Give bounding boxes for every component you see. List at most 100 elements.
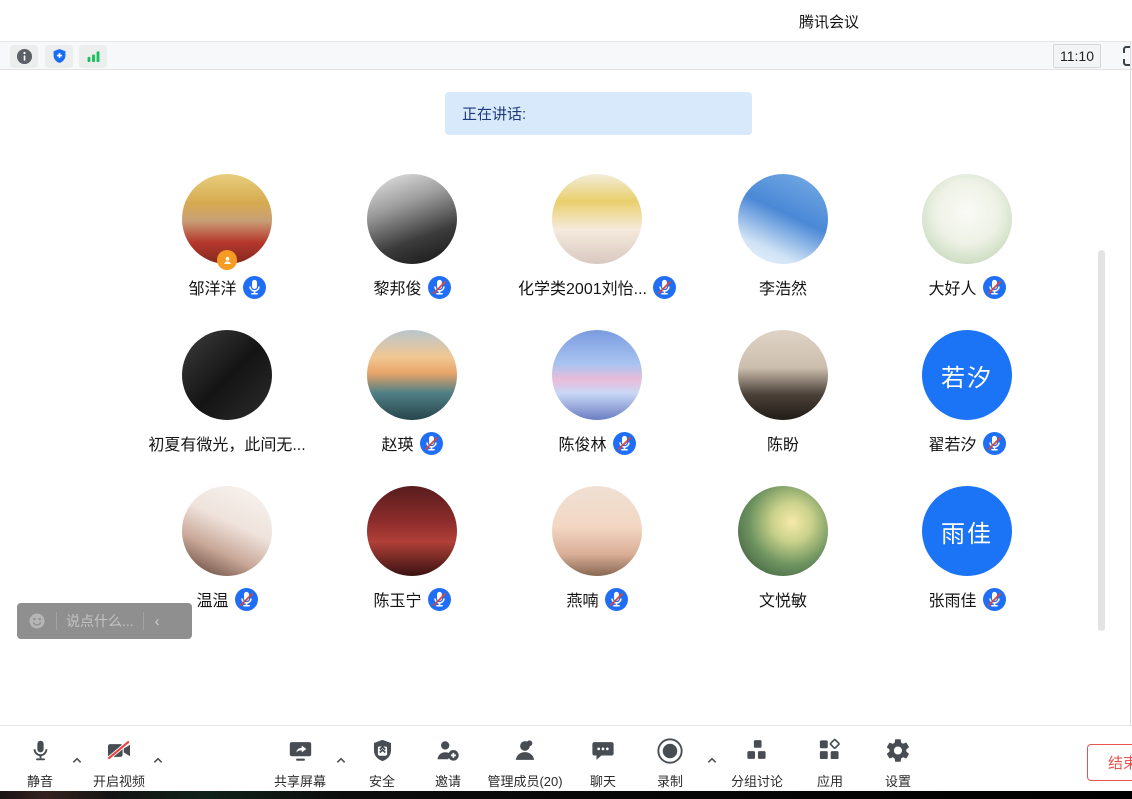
participant-tile[interactable]: 雨佳张雨佳 [872,486,1062,611]
toolbar-share-screen-button[interactable]: 共享屏幕 [274,737,326,790]
participant-name: 陈玉宁 [373,587,421,611]
toolbar-label: 管理成员(20) [487,771,562,790]
members-icon [512,737,539,764]
toolbar-manage-members-button[interactable]: 管理成员(20) [487,737,562,790]
participant-avatar [552,174,642,264]
participant-tile[interactable]: 陈盼 [688,330,878,455]
participant-tile[interactable]: 李浩然 [688,174,878,299]
end-meeting-button[interactable]: 结束 [1087,744,1132,781]
participant-name: 燕喃 [566,587,598,611]
participant-tile[interactable]: 若汐翟若汐 [872,330,1062,455]
app-title: 腾讯会议 [799,11,859,32]
settings-gear-icon [885,737,912,764]
chat-quick-bar[interactable]: 说点什么... ‹ [17,603,192,639]
participant-avatar [367,174,457,264]
security-shield-icon [369,737,394,764]
toolbar-label: 静音 [27,771,53,790]
participant-name: 李浩然 [759,275,807,299]
participant-tile[interactable]: 化学类2001刘怡... [502,174,692,299]
mic-muted-icon[interactable] [420,432,443,455]
participant-tile[interactable]: 温温 [132,486,322,611]
chevron-up-icon[interactable] [706,755,719,766]
participant-avatar [182,486,272,576]
meeting-info-button[interactable] [10,45,38,68]
title-bar: 腾讯会议 [0,0,1132,41]
participant-tile[interactable]: 赵瑛 [317,330,507,455]
toolbar-security-button[interactable]: 安全 [369,737,395,790]
chat-collapse-button[interactable]: ‹ [155,613,160,630]
toolbar-record-button[interactable]: 录制 [656,737,684,790]
mic-muted-icon[interactable] [983,588,1006,611]
emoji-button[interactable] [27,611,47,631]
shield-plus-icon [50,47,69,66]
chat-input-placeholder[interactable]: 说点什么... [66,611,134,631]
participant-name: 大好人 [928,275,976,299]
toolbar-label: 共享屏幕 [274,771,326,790]
share-screen-icon [286,737,313,764]
mic-muted-icon[interactable] [613,432,636,455]
chevron-up-icon[interactable] [71,755,84,766]
participant-tile[interactable]: 大好人 [872,174,1062,299]
camera-off-icon [104,737,134,764]
toolbar-mute-button[interactable]: 静音 [27,737,53,790]
mic-muted-icon[interactable] [235,588,258,611]
participant-name: 张雨佳 [928,587,976,611]
mic-muted-icon[interactable] [653,276,676,299]
toolbar-breakout-button[interactable]: 分组讨论 [731,737,783,790]
participant-tile[interactable]: 陈玉宁 [317,486,507,611]
participant-name: 黎邦俊 [373,275,421,299]
participant-tile[interactable]: 燕喃 [502,486,692,611]
divider [56,612,57,630]
participant-name: 陈俊林 [558,431,606,455]
participant-tile[interactable]: 邹洋洋 [132,174,322,299]
participant-avatar [367,330,457,420]
participant-tile[interactable]: 黎邦俊 [317,174,507,299]
participant-name: 初夏有微光，此间无... [148,431,305,455]
scrollbar-thumb[interactable] [1098,250,1105,631]
mic-on-icon[interactable] [243,276,266,299]
participant-avatar [182,330,272,420]
participant-avatar [552,330,642,420]
mic-muted-icon[interactable] [428,588,451,611]
toolbar-start-video-button[interactable]: 开启视频 [93,737,145,790]
chevron-up-icon[interactable] [152,755,165,766]
mic-muted-icon[interactable] [983,276,1006,299]
meeting-window: 腾讯会议 11:10 [0,0,1132,799]
toolbar-label: 应用 [817,771,843,790]
participant-tile[interactable]: 文悦敏 [688,486,878,611]
chevron-up-icon[interactable] [335,755,348,766]
chat-bubble-icon [590,737,616,764]
participant-name: 翟若汐 [928,431,976,455]
participant-avatar [922,174,1012,264]
info-icon [15,47,34,66]
toolbar-label: 录制 [657,771,683,790]
mic-muted-icon[interactable] [605,588,628,611]
toolbar-label: 设置 [885,771,911,790]
host-badge-icon [217,250,237,270]
mic-muted-icon[interactable] [428,276,451,299]
toolbar-settings-button[interactable]: 设置 [885,737,912,790]
speaking-banner: 正在讲话: [445,92,752,135]
participant-name: 邹洋洋 [188,275,236,299]
toolbar-label: 邀请 [435,771,461,790]
emoji-smiley-icon [27,611,47,631]
participant-tile[interactable]: 初夏有微光，此间无... [132,330,322,455]
toolbar-apps-button[interactable]: 应用 [817,737,844,790]
participant-avatar [738,174,828,264]
meeting-timer: 11:10 [1053,44,1101,68]
participant-avatar [182,174,272,264]
participant-avatar [367,486,457,576]
microphone-icon [27,737,52,764]
participant-name: 陈盼 [767,431,799,455]
protection-button[interactable] [45,45,73,68]
apps-icon [817,737,844,764]
breakout-rooms-icon [743,737,770,764]
avatar-initials: 若汐 [941,358,993,393]
participant-avatar: 雨佳 [922,486,1012,576]
toolbar-invite-button[interactable]: 邀请 [435,737,462,790]
participant-name: 温温 [196,587,228,611]
mic-muted-icon[interactable] [983,432,1006,455]
toolbar-chat-button[interactable]: 聊天 [590,737,616,790]
network-status-button[interactable] [79,45,107,68]
participant-tile[interactable]: 陈俊林 [502,330,692,455]
